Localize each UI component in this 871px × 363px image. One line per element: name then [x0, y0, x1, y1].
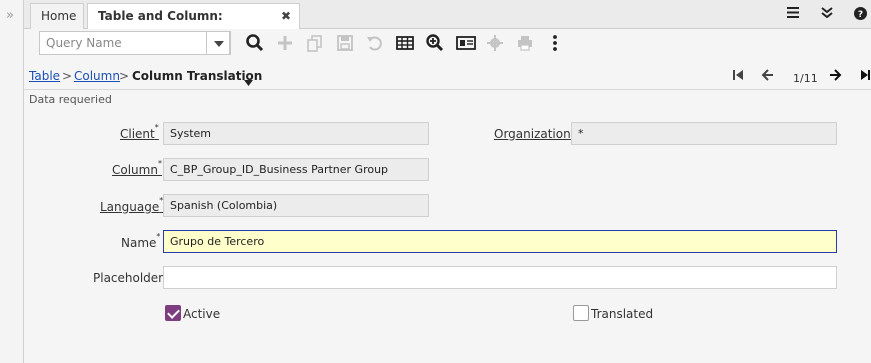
breadcrumb-table-link[interactable]: Table — [29, 69, 60, 83]
column-label[interactable]: Column* — [112, 159, 162, 177]
tab-home-label: Home — [41, 9, 77, 23]
active-label: Active — [183, 307, 221, 321]
report-icon[interactable] — [455, 33, 476, 53]
name-label-text: Name — [121, 236, 157, 250]
client-label-text: Client — [120, 127, 155, 141]
previous-record-icon[interactable] — [761, 69, 774, 85]
tab-home[interactable]: Home — [30, 3, 84, 29]
mandatory-marker: * — [154, 123, 159, 132]
language-label-text: Language — [100, 200, 160, 214]
organization-label-text: Organization — [494, 127, 571, 141]
client-field[interactable]: System — [163, 122, 429, 145]
print-icon[interactable] — [515, 33, 535, 53]
search-icon[interactable] — [245, 33, 265, 53]
breadcrumb-separator: > — [62, 69, 73, 83]
grid-toggle-icon[interactable] — [395, 33, 415, 53]
expand-sidebar-icon[interactable]: » — [6, 8, 14, 23]
tab-table-and-column[interactable]: Table and Column: Business ... ✖ — [87, 3, 300, 47]
column-label-text: Column — [112, 163, 158, 177]
close-tab-icon[interactable]: ✖ — [281, 4, 291, 28]
main-area: Home Table and Column: Business ... ✖ ? … — [24, 0, 871, 363]
save-icon[interactable] — [335, 33, 355, 53]
breadcrumb-current[interactable]: Column Translation — [132, 69, 262, 83]
mandatory-marker: * — [157, 159, 162, 168]
last-record-icon[interactable] — [860, 69, 871, 85]
tab-bar: Home Table and Column: Business ... ✖ ? — [24, 0, 871, 47]
new-icon[interactable] — [275, 33, 295, 53]
mandatory-marker: * — [156, 232, 161, 241]
toolbar: Query Name — [24, 29, 871, 59]
breadcrumb-column-link[interactable]: Column — [74, 69, 120, 83]
status-message: Data requeried — [29, 93, 112, 106]
organization-field[interactable]: * — [571, 122, 837, 145]
placeholder-input[interactable] — [163, 266, 837, 289]
west-panel: » — [0, 0, 24, 363]
collapse-icon[interactable] — [821, 7, 833, 22]
translated-label: Translated — [591, 307, 654, 321]
copy-icon[interactable] — [305, 33, 325, 53]
first-record-icon[interactable] — [732, 69, 744, 85]
help-icon[interactable]: ? — [854, 7, 867, 24]
undo-icon[interactable] — [365, 33, 385, 53]
breadcrumb: Table > Column > Column Translation 1/11 — [24, 62, 871, 90]
active-checkbox[interactable] — [165, 305, 181, 321]
breadcrumb-dropdown-icon[interactable] — [244, 75, 253, 89]
query-dropdown-button[interactable] — [206, 31, 230, 55]
next-record-icon[interactable] — [829, 69, 842, 85]
organization-label[interactable]: Organization* — [494, 123, 575, 141]
zoom-icon[interactable] — [425, 33, 445, 53]
record-pager: 1/11 — [793, 72, 818, 85]
client-label[interactable]: Client* — [120, 123, 159, 141]
name-label: Name* — [121, 232, 161, 250]
placeholder-label: Placeholder — [93, 271, 164, 285]
more-icon[interactable] — [545, 33, 565, 53]
svg-text:?: ? — [858, 10, 863, 20]
column-field[interactable]: C_BP_Group_ID_Business Partner Group — [163, 158, 429, 181]
language-field[interactable]: Spanish (Colombia) — [163, 194, 429, 217]
app-window: » Home Table and Column: Business ... ✖ … — [0, 0, 871, 363]
breadcrumb-separator: > — [119, 69, 130, 83]
process-icon[interactable] — [485, 33, 505, 53]
language-label[interactable]: Language* — [100, 196, 163, 214]
translated-checkbox[interactable] — [573, 305, 589, 321]
query-name-input[interactable]: Query Name — [39, 31, 231, 55]
name-input[interactable]: Grupo de Tercero — [163, 230, 837, 253]
menu-icon[interactable] — [787, 7, 799, 22]
